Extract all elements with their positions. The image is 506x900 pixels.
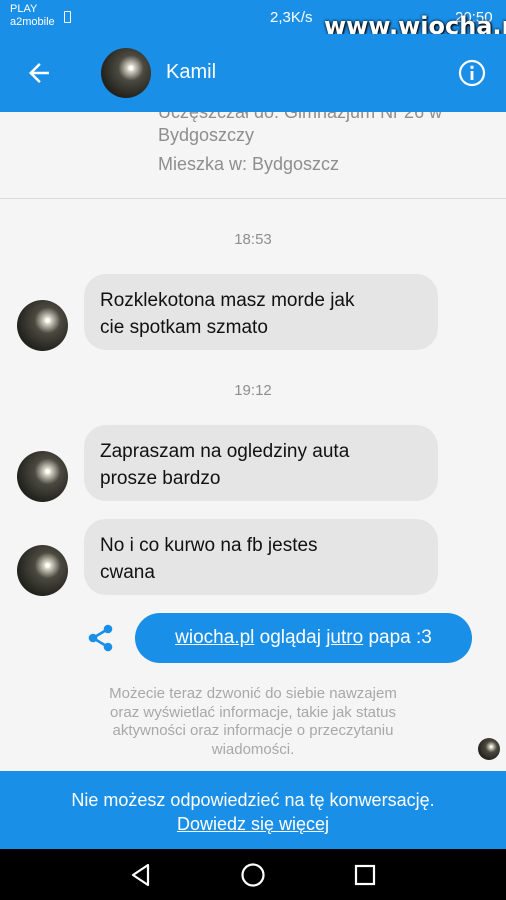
carrier-name: PLAY bbox=[10, 3, 38, 15]
profile-school-city: Bydgoszczy bbox=[158, 125, 255, 145]
profile-info: Uczęszczał do: Gimnazjum Nr 26 w Bydgosz… bbox=[0, 112, 506, 199]
notice-line: Możecie teraz dzwonić do siebie nawzajem bbox=[109, 685, 397, 702]
read-receipt-avatar bbox=[478, 738, 500, 760]
message-line: prosze bardzo bbox=[100, 468, 221, 489]
carrier-sub: a2mobile bbox=[10, 16, 55, 28]
contact-permission-notice: Możecie teraz dzwonić do siebie nawzajem… bbox=[80, 685, 426, 759]
conversation-header: Kamil bbox=[0, 34, 506, 112]
message-line: Zapraszam na ogledziny auta bbox=[100, 441, 350, 462]
android-nav-bar bbox=[0, 849, 506, 900]
recents-square-icon[interactable] bbox=[352, 862, 378, 888]
network-speed: 2,3K/s bbox=[270, 9, 313, 26]
sender-avatar[interactable] bbox=[17, 300, 68, 351]
message-bubble[interactable]: No i co kurwo na fb jestes cwana bbox=[84, 519, 438, 595]
timestamp: 18:53 bbox=[234, 231, 272, 248]
contact-avatar[interactable] bbox=[101, 48, 151, 98]
cannot-reply-banner: Nie możesz odpowiedzieć na tę konwersacj… bbox=[0, 771, 506, 849]
message-line: No i co kurwo na fb jestes bbox=[100, 535, 318, 556]
notice-line: aktywności oraz informacje o przeczytani… bbox=[112, 722, 394, 739]
profile-lives-in: Mieszka w: Bydgoszcz bbox=[158, 154, 340, 174]
learn-more-link[interactable]: Dowiedz się więcej bbox=[177, 814, 329, 834]
message-line: cie spotkam szmato bbox=[100, 317, 268, 338]
outgoing-message[interactable]: wiocha.pl oglądaj jutro papa :3 bbox=[135, 613, 472, 663]
profile-school: Uczęszczał do: Gimnazjum Nr 26 w bbox=[158, 112, 443, 122]
share-icon[interactable] bbox=[86, 623, 116, 653]
carrier-info: PLAY a2mobile bbox=[10, 3, 55, 29]
battery-icon bbox=[64, 11, 71, 23]
message-link[interactable]: wiocha.pl bbox=[175, 627, 254, 648]
notice-line: wiadomości. bbox=[211, 740, 295, 758]
message-link[interactable]: jutro bbox=[326, 627, 363, 648]
info-circle-icon[interactable] bbox=[458, 59, 486, 87]
message-bubble[interactable]: Rozklekotona masz morde jak cie spotkam … bbox=[84, 274, 438, 350]
message-text: oglądaj bbox=[254, 627, 327, 648]
notice-line: oraz wyświetlać informacje, takie jak st… bbox=[110, 703, 396, 721]
message-bubble[interactable]: Zapraszam na ogledziny auta prosze bardz… bbox=[84, 425, 438, 501]
arrow-left-icon[interactable] bbox=[24, 58, 54, 88]
sender-avatar[interactable] bbox=[17, 545, 68, 596]
back-triangle-icon[interactable] bbox=[128, 862, 154, 888]
contact-name[interactable]: Kamil bbox=[166, 61, 216, 84]
message-line: Rozklekotona masz morde jak bbox=[100, 290, 355, 311]
timestamp: 19:12 bbox=[234, 382, 272, 399]
status-bar: PLAY a2mobile 2,3K/s 20:50 www.wiocha.pl bbox=[0, 0, 506, 40]
message-line: cwana bbox=[100, 562, 155, 583]
cannot-reply-text: Nie możesz odpowiedzieć na tę konwersacj… bbox=[71, 790, 435, 810]
home-circle-icon[interactable] bbox=[240, 862, 266, 888]
message-text: papa :3 bbox=[363, 627, 432, 648]
sender-avatar[interactable] bbox=[17, 451, 68, 502]
